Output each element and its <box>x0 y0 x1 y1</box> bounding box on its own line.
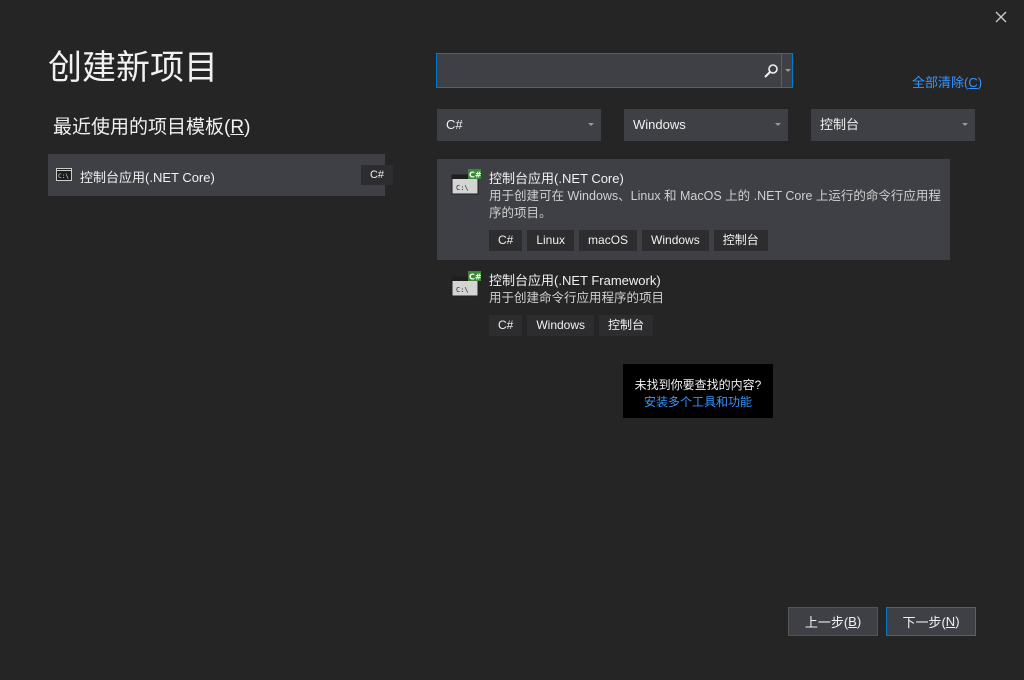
tag: Windows <box>527 315 595 336</box>
svg-text:C#: C# <box>469 273 481 282</box>
chevron-down-icon <box>962 123 968 126</box>
not-found-panel: 未找到你要查找的内容? 安装多个工具和功能 <box>623 364 773 418</box>
platform-filter-dropdown[interactable]: Windows <box>624 109 788 141</box>
project-type-filter-dropdown[interactable]: 控制台 <box>811 109 975 141</box>
console-app-icon: C:\ <box>56 168 72 181</box>
csharp-console-icon: C:\ C# <box>451 169 482 195</box>
recent-template-label: 控制台应用(.NET Core) <box>80 170 215 185</box>
search-options-dropdown[interactable] <box>781 54 793 87</box>
next-button[interactable]: 下一步(N) <box>886 607 976 636</box>
template-tags: C# Linux macOS Windows 控制台 <box>489 230 768 251</box>
language-filter-value: C# <box>446 117 463 132</box>
close-button[interactable] <box>990 6 1012 28</box>
tag: 控制台 <box>713 230 768 251</box>
not-found-question: 未找到你要查找的内容? <box>634 378 762 392</box>
template-item-console-net-framework[interactable]: C:\ C# 控制台应用(.NET Framework) 用于创建命令行应用程序… <box>437 261 950 345</box>
template-item-console-net-core[interactable]: C:\ C# 控制台应用(.NET Core) 用于创建可在 Windows、L… <box>437 159 950 260</box>
chevron-down-icon <box>785 69 791 72</box>
clear-all-link[interactable]: 全部清除(C) <box>912 72 982 91</box>
recent-templates-heading: 最近使用的项目模板(R) <box>53 117 251 138</box>
template-description: 用于创建可在 Windows、Linux 和 MacOS 上的 .NET Cor… <box>489 189 941 220</box>
svg-text:C:\: C:\ <box>456 286 469 294</box>
svg-text:C:\: C:\ <box>456 184 469 192</box>
platform-filter-value: Windows <box>633 117 686 132</box>
template-title: 控制台应用(.NET Core) <box>489 171 624 186</box>
chevron-down-icon <box>775 123 781 126</box>
csharp-console-icon: C:\ C# <box>451 271 482 297</box>
template-search-box[interactable] <box>436 53 793 88</box>
install-tools-link[interactable]: 安装多个工具和功能 <box>623 393 773 410</box>
language-filter-dropdown[interactable]: C# <box>437 109 601 141</box>
close-icon <box>995 11 1007 23</box>
search-icon[interactable] <box>763 63 779 79</box>
chevron-down-icon <box>588 123 594 126</box>
template-description: 用于创建命令行应用程序的项目 <box>489 291 665 305</box>
template-tags: C# Windows 控制台 <box>489 315 654 336</box>
search-input[interactable] <box>437 54 757 87</box>
tag: macOS <box>579 230 638 251</box>
tag: C# <box>489 315 523 336</box>
svg-text:C:\: C:\ <box>58 173 69 180</box>
tag: 控制台 <box>599 315 654 336</box>
template-title: 控制台应用(.NET Framework) <box>489 273 661 288</box>
svg-text:C#: C# <box>469 171 481 180</box>
tag: Windows <box>642 230 709 251</box>
recent-template-item[interactable]: C:\ 控制台应用(.NET Core) C# <box>48 154 393 196</box>
recent-template-language-tag: C# <box>361 165 393 185</box>
back-button[interactable]: 上一步(B) <box>788 607 878 636</box>
project-type-filter-value: 控制台 <box>820 117 860 132</box>
page-title: 创建新项目 <box>48 49 218 87</box>
tag: C# <box>489 230 523 251</box>
tag: Linux <box>527 230 575 251</box>
